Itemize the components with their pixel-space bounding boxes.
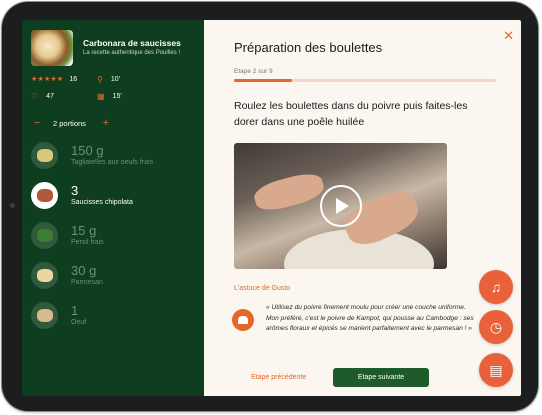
sausage-icon bbox=[36, 189, 53, 202]
ingredient-quantity: 30 g bbox=[71, 263, 97, 278]
step-progress-fill bbox=[234, 79, 292, 82]
likes-row: ♡ 47 bbox=[31, 92, 54, 101]
cook-time-row: ▦ 15' bbox=[97, 92, 122, 101]
step-progress-bar bbox=[234, 79, 496, 82]
ingredient-item[interactable]: 30 g Parmesan bbox=[31, 262, 201, 289]
recipe-subtitle: La recette authentique des Pouilles ! bbox=[83, 50, 181, 56]
recipe-sidebar: Carbonara de saucisses La recette authen… bbox=[22, 20, 204, 396]
ingredient-item[interactable]: 15 g Persil frais bbox=[31, 222, 201, 249]
ingredient-item[interactable]: 1 Oeuf bbox=[31, 302, 201, 329]
front-camera bbox=[10, 203, 15, 208]
recipe-thumbnail bbox=[31, 30, 73, 66]
previous-step-button[interactable]: Etape précédente bbox=[251, 374, 306, 381]
rating-count: 16 bbox=[69, 75, 78, 83]
ingredient-item[interactable]: 150 g Tagliatelles aux oeufs frais bbox=[31, 142, 201, 169]
timer-button[interactable]: ◷ bbox=[479, 310, 513, 344]
ingredient-quantity: 1 bbox=[71, 303, 79, 318]
recipe-title: Carbonara de saucisses bbox=[83, 38, 181, 48]
step-title: Préparation des boulettes bbox=[234, 40, 383, 55]
parmesan-icon bbox=[36, 269, 53, 282]
tablet-frame: Carbonara de saucisses La recette authen… bbox=[2, 2, 538, 411]
ingredient-name: Parmesan bbox=[71, 279, 103, 286]
prep-time-row: ⚲ 10' bbox=[97, 75, 120, 84]
ingredient-image bbox=[31, 262, 58, 289]
rating-stars-icon: ★★★★★ bbox=[31, 76, 64, 83]
ingredient-image bbox=[31, 302, 58, 329]
ingredient-name: Oeuf bbox=[71, 319, 87, 326]
portions-label: 2 portions bbox=[53, 118, 86, 128]
chef-hat-icon bbox=[238, 316, 248, 324]
step-counter: Etape 2 sur 9 bbox=[234, 68, 273, 75]
recipe-card-icon: ▤ bbox=[489, 361, 503, 378]
parsley-icon bbox=[36, 229, 53, 242]
whisk-icon: ⚲ bbox=[97, 75, 103, 84]
chef-avatar bbox=[232, 309, 254, 331]
prep-time: 10' bbox=[110, 76, 120, 83]
ingredient-image bbox=[31, 222, 58, 249]
recipe-header: Carbonara de saucisses La recette authen… bbox=[31, 30, 198, 66]
ingredient-quantity: 150 g bbox=[71, 143, 104, 158]
recipe-card-button[interactable]: ▤ bbox=[479, 353, 513, 387]
ingredient-quantity: 3 bbox=[71, 183, 79, 198]
rating-row: ★★★★★ 16 bbox=[31, 75, 78, 84]
ingredient-quantity: 15 g bbox=[71, 223, 97, 238]
ingredient-image bbox=[31, 142, 58, 169]
play-icon bbox=[336, 198, 349, 214]
ingredient-name: Saucisses chipolata bbox=[71, 199, 133, 206]
ingredient-name: Persil frais bbox=[71, 239, 104, 246]
heart-icon[interactable]: ♡ bbox=[31, 92, 38, 101]
step-instruction: Roulez les boulettes dans du poivre puis… bbox=[234, 100, 468, 128]
step-video[interactable] bbox=[234, 143, 447, 269]
timer-icon: ◷ bbox=[489, 318, 503, 335]
music-button[interactable]: ♫ bbox=[479, 270, 513, 304]
next-step-button[interactable]: Etape suivante bbox=[333, 368, 429, 387]
music-note-icon: ♫ bbox=[490, 279, 502, 295]
likes-count: 47 bbox=[46, 93, 54, 100]
play-button[interactable] bbox=[319, 185, 362, 227]
ingredient-image bbox=[31, 182, 58, 209]
minus-portion-button[interactable]: − bbox=[31, 117, 43, 129]
cook-time: 15' bbox=[112, 93, 122, 100]
ingredient-name: Tagliatelles aux oeufs frais bbox=[71, 159, 154, 166]
app-screen: Carbonara de saucisses La recette authen… bbox=[22, 20, 521, 396]
pasta-icon bbox=[36, 149, 53, 162]
tip-title: L'astuce de Gusto bbox=[234, 285, 291, 292]
ingredient-item-active[interactable]: 3 Saucisses chipolata bbox=[31, 182, 201, 209]
calendar-icon: ▦ bbox=[97, 92, 105, 101]
video-hand-left bbox=[251, 169, 327, 215]
close-icon[interactable]: ✕ bbox=[503, 29, 514, 42]
step-panel: ✕ Préparation des boulettes Etape 2 sur … bbox=[204, 20, 521, 396]
tip-text: « Utilisez du poivre finement moulu pour… bbox=[266, 304, 474, 332]
egg-icon bbox=[36, 309, 53, 322]
plus-portion-button[interactable]: + bbox=[100, 117, 112, 129]
portions-stepper: − 2 portions + bbox=[31, 117, 112, 129]
